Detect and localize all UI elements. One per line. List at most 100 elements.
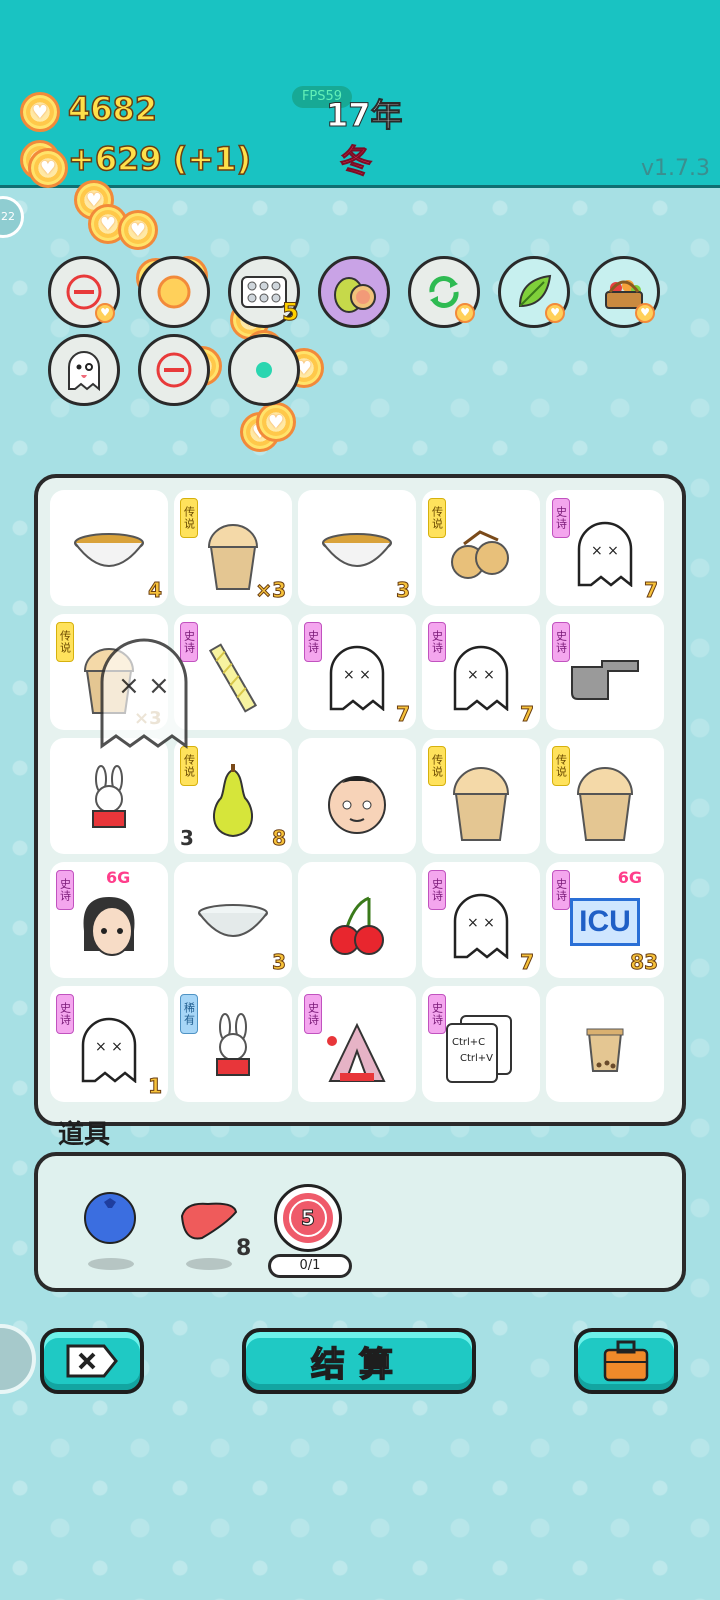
girl-face-icon bbox=[83, 896, 135, 956]
bag-button[interactable] bbox=[574, 1328, 678, 1394]
close-button[interactable] bbox=[40, 1328, 144, 1394]
board-cell[interactable] bbox=[298, 738, 416, 854]
epic-tag: 史诗 bbox=[552, 870, 570, 910]
epic-tag: 史诗 bbox=[428, 994, 446, 1034]
epic-tag: 史诗 bbox=[428, 622, 446, 662]
legend-tag: 传说 bbox=[180, 498, 198, 538]
skill-fruit-basket[interactable]: ♥ bbox=[588, 256, 660, 328]
flying-coin-icon bbox=[28, 148, 68, 188]
mini-coin-icon: ♥ bbox=[635, 303, 655, 323]
board-cell[interactable]: 史诗 6G bbox=[50, 862, 168, 978]
bowl-of-soup-icon bbox=[322, 532, 392, 567]
mini-coin-icon: ♥ bbox=[455, 303, 475, 323]
bowl-of-soup-icon bbox=[74, 532, 144, 567]
bunny-icon bbox=[216, 1012, 250, 1076]
svg-text:× ×: × × bbox=[118, 671, 170, 701]
board-cell[interactable]: 稀有 bbox=[174, 986, 292, 1102]
ghost-icon bbox=[68, 351, 100, 391]
close-icon bbox=[66, 1344, 118, 1378]
milk-tea-cup-icon bbox=[452, 766, 510, 841]
item-shadow bbox=[88, 1258, 134, 1270]
board-cell[interactable]: 史诗 bbox=[546, 614, 664, 730]
board-cell[interactable] bbox=[50, 738, 168, 854]
version-label: v1.7.3 bbox=[641, 156, 710, 181]
board-cell[interactable]: 3 bbox=[298, 490, 416, 606]
briefcase-icon bbox=[603, 1340, 649, 1382]
board-cell[interactable] bbox=[298, 862, 416, 978]
blueberry-icon[interactable] bbox=[82, 1190, 138, 1246]
board-cell[interactable] bbox=[546, 986, 664, 1102]
teal-bubble-icon bbox=[256, 362, 272, 378]
item-shadow bbox=[186, 1258, 232, 1270]
pill-pack-count: 5 bbox=[282, 298, 300, 327]
board-cell[interactable]: 传说 3 8 bbox=[174, 738, 292, 854]
ghost-icon: × × bbox=[577, 521, 633, 587]
board-cell[interactable]: 4 bbox=[50, 490, 168, 606]
liver-count: 8 bbox=[236, 1236, 252, 1261]
skill-coin-stack[interactable] bbox=[138, 256, 210, 328]
board-cell[interactable]: 传说 bbox=[546, 738, 664, 854]
skill-minus[interactable]: ♥ bbox=[48, 256, 120, 328]
top-header: 4682 +629 (+1) FPS59 17年 冬 v1.7.3 bbox=[0, 0, 720, 188]
board-cell[interactable]: 史诗 6G ICU 83 bbox=[546, 862, 664, 978]
coin-stack-icon bbox=[157, 275, 191, 309]
straw-icon bbox=[208, 643, 258, 713]
flying-coin-icon bbox=[256, 402, 296, 442]
board-cell[interactable]: 史诗 × × 7 bbox=[422, 862, 540, 978]
skill-ghost[interactable] bbox=[48, 334, 120, 406]
coin-income: +629 (+1) bbox=[67, 139, 252, 179]
epic-tag: 史诗 bbox=[56, 994, 74, 1034]
board-cell[interactable]: 传说 bbox=[422, 738, 540, 854]
epic-tag: 史诗 bbox=[56, 870, 74, 910]
mini-coin-icon: ♥ bbox=[545, 303, 565, 323]
ghost-icon: × × bbox=[100, 638, 188, 749]
mini-coin-icon: ♥ bbox=[95, 303, 115, 323]
board-cell[interactable]: 史诗 Ctrl+C Ctrl+V bbox=[422, 986, 540, 1102]
legend-tag: 传说 bbox=[56, 622, 74, 662]
copy-paste-cards-icon: Ctrl+C Ctrl+V bbox=[446, 1014, 516, 1085]
pear-icon bbox=[212, 763, 254, 837]
board-cell[interactable]: 传说 bbox=[422, 490, 540, 606]
ghost-icon: × × bbox=[453, 645, 509, 711]
icu-sign-icon: ICU bbox=[570, 898, 640, 947]
milk-tea-cup-icon bbox=[576, 766, 634, 841]
legend-tag: 传说 bbox=[552, 746, 570, 786]
epic-tag: 史诗 bbox=[304, 994, 322, 1034]
skill-minus-2[interactable] bbox=[138, 334, 210, 406]
game-board: 4 传说 ×3 3 传说 史诗 × × 7 传说 史诗 史诗 × × 7 史诗 … bbox=[34, 474, 686, 1126]
liver-icon[interactable] bbox=[178, 1198, 240, 1242]
pill-pack-icon bbox=[241, 276, 287, 308]
flying-coin-icon bbox=[118, 210, 158, 250]
milk-tea-cup-icon bbox=[207, 523, 259, 590]
svg-text:× ×: × × bbox=[95, 1039, 123, 1055]
svg-text:× ×: × × bbox=[467, 915, 495, 931]
skill-leaf[interactable]: ♥ bbox=[498, 256, 570, 328]
board-cell[interactable]: 传说 ×3 bbox=[174, 490, 292, 606]
settle-label: 结算 bbox=[310, 1344, 407, 1386]
bunny-tent-icon bbox=[327, 1022, 386, 1082]
board-cell[interactable]: 史诗 × × 7 bbox=[422, 614, 540, 730]
skill-pomelo[interactable] bbox=[318, 256, 390, 328]
skill-teal-bubble[interactable] bbox=[228, 334, 300, 406]
rare-tag: 稀有 bbox=[180, 994, 198, 1034]
items-title: 道具 bbox=[58, 1120, 111, 1150]
svg-text:× ×: × × bbox=[591, 543, 619, 559]
season-label: 冬 bbox=[339, 142, 373, 181]
legend-tag: 传说 bbox=[428, 498, 446, 538]
svg-text:× ×: × × bbox=[343, 667, 371, 683]
board-cell[interactable]: 3 bbox=[174, 862, 292, 978]
skill-refresh[interactable]: ♥ bbox=[408, 256, 480, 328]
target-icon[interactable]: 5 bbox=[274, 1184, 342, 1252]
bunny-icon bbox=[92, 764, 126, 828]
board-cell[interactable]: 史诗 × × 1 bbox=[50, 986, 168, 1102]
board-cell[interactable]: 史诗 × × 7 bbox=[298, 614, 416, 730]
ghost-icon: × × bbox=[81, 1017, 137, 1083]
legend-tag: 传说 bbox=[428, 746, 446, 786]
board-cell[interactable]: 史诗 bbox=[298, 986, 416, 1102]
settle-button[interactable]: 结算 bbox=[242, 1328, 476, 1394]
pointing-hand-icon bbox=[571, 659, 639, 700]
empty-bowl-icon bbox=[198, 903, 268, 937]
board-cell[interactable]: 史诗 × × 7 bbox=[546, 490, 664, 606]
epic-tag: 史诗 bbox=[552, 498, 570, 538]
board-cell[interactable]: 史诗 bbox=[174, 614, 292, 730]
